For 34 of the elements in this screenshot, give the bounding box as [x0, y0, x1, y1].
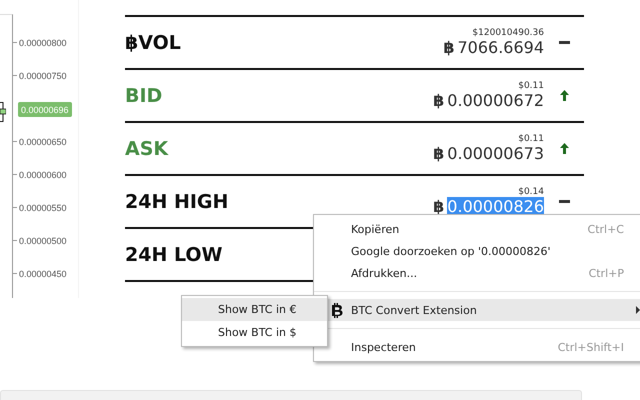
menu-item[interactable]: BTC Convert Extension [328, 299, 640, 321]
btc-price: 7066.6694 [457, 38, 544, 57]
usd-price: $0.11 [518, 81, 544, 91]
caret-icon [636, 306, 640, 314]
ticker-label: 24H HIGH [125, 190, 228, 212]
axis-label: 0.00000750 [19, 70, 67, 80]
usd-price: $120010490.36 [472, 28, 544, 38]
menu-item[interactable]: Show BTC in € [182, 298, 327, 321]
menu-item[interactable]: Show BTC in $ [182, 321, 327, 344]
axis-label: 0.00000800 [19, 38, 67, 48]
candle-drawing [0, 102, 6, 122]
axis-label: 0.00000600 [19, 170, 67, 180]
menu-item[interactable]: Inspecteren Ctrl+Shift+I [328, 336, 640, 358]
usd-price: $0.14 [518, 187, 544, 197]
current-price-label: 0.00000696 [18, 102, 72, 117]
ticker-label: ฿VOL [125, 32, 181, 54]
axis-label: 0.00000500 [19, 236, 67, 246]
axis-label: 0.00000650 [19, 136, 67, 146]
axis-label: 0.00000550 [19, 202, 67, 212]
bitcoin-symbol: ฿ [433, 197, 444, 216]
ticker-label: 24H LOW [125, 244, 222, 266]
ticker-label: BID [125, 84, 162, 106]
btc-price: 0.00000672 [447, 91, 544, 110]
ticker-label: ASK [125, 138, 168, 160]
menu-item[interactable]: Google doorzoeken op '0.00000826' [328, 240, 640, 262]
btc-price: 0.00000673 [447, 144, 544, 163]
usd-price: $0.11 [518, 134, 544, 144]
bitcoin-symbol: ฿ [433, 144, 444, 163]
menu-item[interactable]: Kopiëren Ctrl+C [328, 218, 640, 240]
bitcoin-icon [331, 303, 343, 318]
menu-item[interactable]: Afdrukken... Ctrl+P [328, 262, 640, 284]
bitcoin-symbol: ฿ [443, 38, 454, 57]
axis-label: 0.00000450 [19, 268, 67, 278]
bitcoin-symbol: ฿ [433, 91, 444, 110]
